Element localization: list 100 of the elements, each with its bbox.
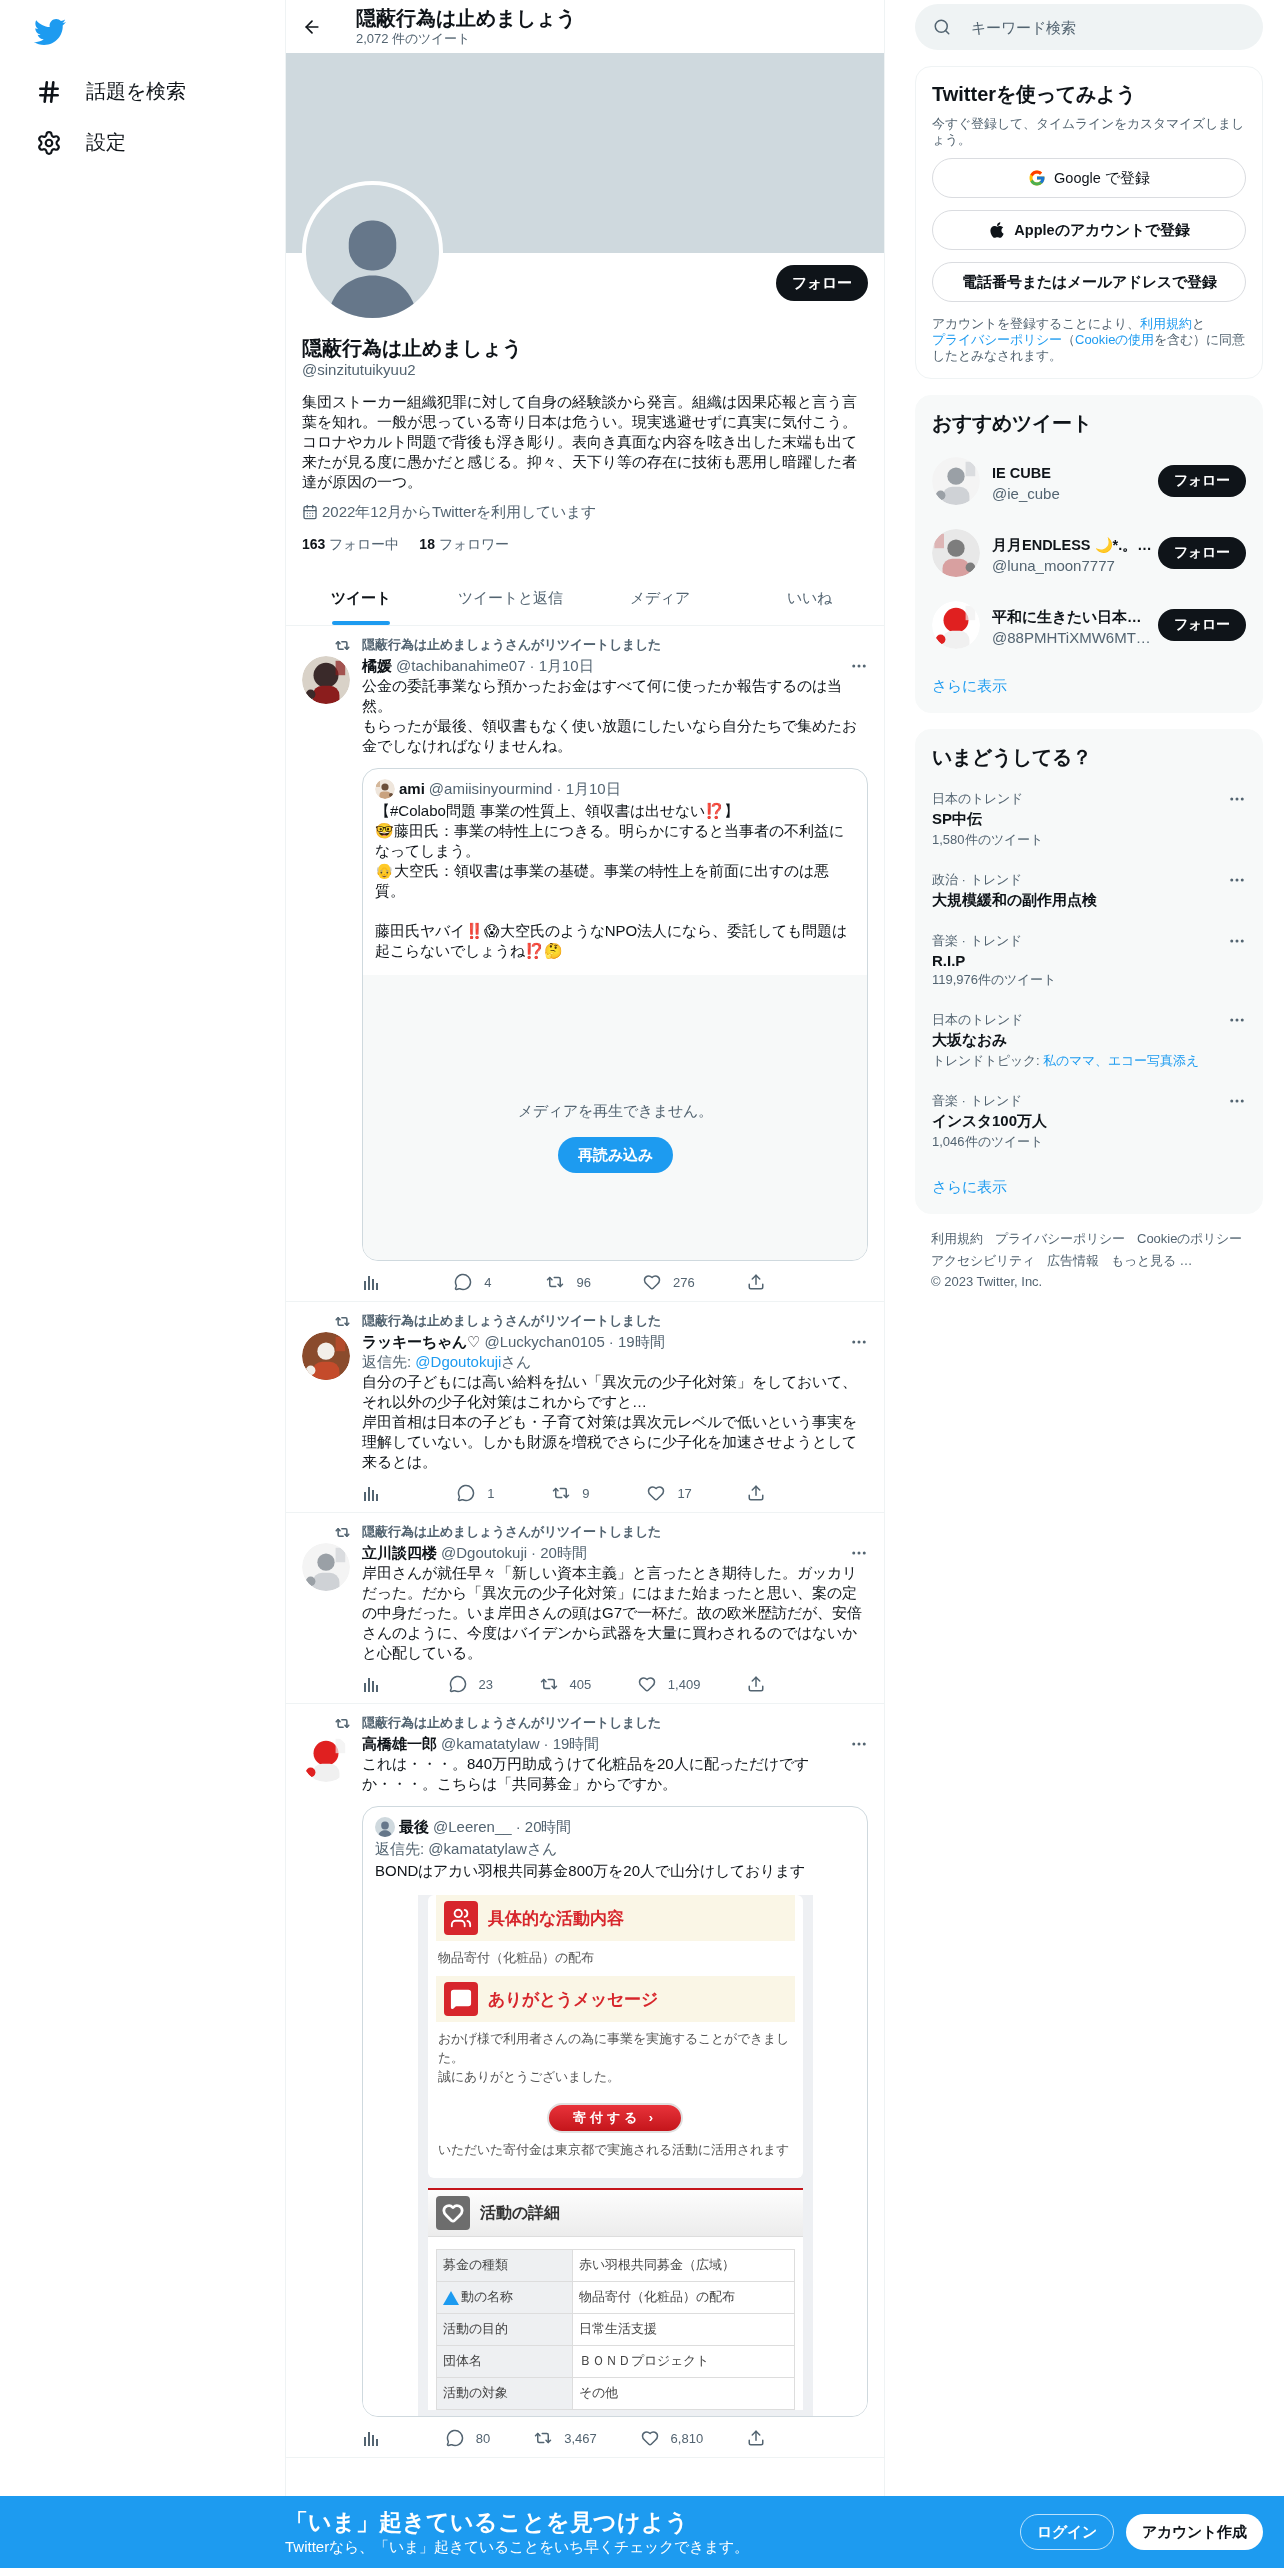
hashtag-icon xyxy=(36,78,62,105)
trend-topics: トレンドトピック: 私のママ、エコー写真添え xyxy=(932,1052,1201,1070)
share-icon[interactable] xyxy=(746,1675,765,1693)
tweet-time: · 1月10日 xyxy=(529,656,594,676)
trend-name[interactable]: R.I.P xyxy=(932,952,1228,969)
reply-icon[interactable] xyxy=(454,1273,473,1291)
footer-link[interactable]: もっと見る … xyxy=(1111,1252,1193,1270)
footer-link[interactable]: Cookieのポリシー xyxy=(1137,1230,1243,1248)
signup-button[interactable]: Google で登録 xyxy=(932,158,1246,198)
search-icon xyxy=(933,18,951,36)
follow-stat[interactable]: 163 フォロー中 xyxy=(302,536,400,554)
reply-count: 1 xyxy=(487,1485,495,1501)
legal-text: アカウントを登録することにより、利用規約 と プライバシーポリシー（Cookieの使用を含む）に同意したとみなされます。 xyxy=(931,315,1247,365)
share-icon[interactable] xyxy=(746,1484,765,1502)
banner-title: 「いま」起きていることを見つけよう xyxy=(285,2508,690,2537)
trend-context: 日本のトレンド xyxy=(932,790,1024,808)
banner-subtitle: Twitterなら、「いま」起きていることをいち早くチェックできます。 xyxy=(285,2538,750,2557)
user-handle: @luna_moon7777 xyxy=(992,556,1116,574)
footer-link[interactable]: 利用規約 xyxy=(931,1230,983,1248)
reply-icon[interactable] xyxy=(457,1484,476,1502)
signup-button[interactable]: 電話番号またはメールアドレスで登録 xyxy=(932,262,1246,302)
row-label: 動の名称 xyxy=(460,2289,513,2306)
tweet-count: 2,072 件のツイート xyxy=(356,29,472,48)
footer-link[interactable]: アクセシビリティ xyxy=(931,1252,1035,1270)
share-icon[interactable] xyxy=(747,2429,765,2447)
reply-icon[interactable] xyxy=(448,1675,467,1693)
trend-name[interactable]: 大坂なおみ xyxy=(932,1031,1228,1050)
trend-tweet-count: 119,976件のツイート xyxy=(932,971,1058,989)
follow-button[interactable]: フォロー xyxy=(1158,465,1246,497)
table-cell: 赤い羽根共同募金（広域） xyxy=(572,2249,794,2282)
signup-button[interactable]: Appleのアカウントで登録 xyxy=(932,210,1246,250)
table-cell: 活動の目的 xyxy=(436,2313,573,2346)
analytics-icon[interactable] xyxy=(362,1675,380,1693)
trend-name[interactable]: 大規模緩和の副作用点検 xyxy=(932,891,1228,910)
author-name: ラッキーちゃん♡ xyxy=(362,1332,481,1352)
like-count: 276 xyxy=(673,1274,695,1290)
like-icon[interactable] xyxy=(640,2429,659,2447)
user-name: 平和に生きたい日本… xyxy=(992,607,1143,627)
twitter-logo[interactable] xyxy=(34,16,66,48)
follow-button[interactable]: フォロー xyxy=(1158,537,1246,569)
donate-button: 寄付する › xyxy=(547,2103,683,2133)
follow-button[interactable]: フォロー xyxy=(1158,609,1246,641)
profile-tab[interactable]: ツイート xyxy=(286,572,436,625)
trend-context: 音楽 · トレンド xyxy=(932,1092,1023,1110)
card-title: いまどうしてる？ xyxy=(931,745,1093,770)
like-count: 1,409 xyxy=(667,1676,701,1692)
profile-tab[interactable]: メディア xyxy=(585,572,735,625)
trend-name[interactable]: インスタ100万人 xyxy=(932,1112,1228,1131)
retweet-count: 405 xyxy=(569,1676,592,1692)
like-count: 6,810 xyxy=(670,2430,704,2446)
tweet-text: 👴大空氏：領収書は事業の基礎。事業の特性上を前面に出すのは悪質。 xyxy=(375,861,830,901)
footer-link[interactable]: プライバシーポリシー xyxy=(995,1230,1125,1248)
section-text: 物品寄付（化粧品）の配布 xyxy=(436,1950,595,1967)
follow-stat[interactable]: 18 フォロワー xyxy=(419,536,509,554)
reply-count: 23 xyxy=(478,1676,494,1692)
table-cell: 物品寄付（化粧品）の配布 xyxy=(572,2281,794,2314)
tweet-time: · 19時間 xyxy=(608,1332,665,1352)
tweet-text: 🤓藤田氏：事業の特性上につきる。明らかにすると当事者の不利益になってしまう。 xyxy=(375,821,845,861)
trend-name[interactable]: SP中伝 xyxy=(932,810,1228,829)
like-icon[interactable] xyxy=(643,1273,662,1291)
tweet-text: 【#Colabo問題 事業の性質上、領収書は出せない⁉】 xyxy=(375,801,741,821)
analytics-icon[interactable] xyxy=(362,1484,380,1502)
calendar-icon xyxy=(302,504,318,520)
search-field[interactable]: キーワード検索 xyxy=(915,4,1263,50)
follow-button[interactable]: フォロー xyxy=(776,265,868,301)
profile-tab[interactable]: ツイートと返信 xyxy=(435,572,585,625)
trend-tweet-count: 1,580件のツイート xyxy=(932,831,1044,849)
tweet-text: これは・・・。840万円助成うけて化粧品を20人に配っただけですか・・・。こちらは「共同募金」からですか。 xyxy=(362,1754,810,1794)
table-cell: 募金の種類 xyxy=(436,2249,573,2282)
details-title: 活動の詳細 xyxy=(479,2202,560,2223)
share-icon[interactable] xyxy=(747,1273,765,1291)
reply-count: 80 xyxy=(475,2430,491,2446)
table-cell: 日常生活支援 xyxy=(572,2313,794,2346)
tweet-text: BONDはアカい羽根共同募金800万を20人で山分けしております xyxy=(375,1861,807,1881)
trend-context: 日本のトレンド xyxy=(932,1011,1024,1029)
author-handle: @Leeren__ xyxy=(433,1817,512,1837)
settings-icon xyxy=(36,129,62,156)
reply-icon[interactable] xyxy=(445,2429,464,2447)
table-cell: ＢＯＮＤプロジェクト xyxy=(572,2345,794,2378)
like-icon[interactable] xyxy=(637,1675,656,1693)
analytics-icon[interactable] xyxy=(362,1273,380,1291)
author-handle: @Dgoutokuji xyxy=(441,1543,528,1563)
table-cell: 活動の対象 xyxy=(436,2377,573,2410)
tweet-text: 自分の子どもには高い給料を払い「異次元の少子化対策」をしておいて、それ以外の少子化対策はこれからですと… xyxy=(362,1372,858,1412)
media-error-message: メディアを再生できません。 xyxy=(517,1101,713,1121)
quoted-tweet[interactable] xyxy=(362,1806,868,2417)
quoted-tweet[interactable]: ami @amiisinyourmind · 1月10日 【#Colabo問題 事業の性質上、領収書は出せない⁉】 🤓藤田氏：事業の特性上につきる。明らかにすると当事者の不利益になってしまう。 👴大空氏：領収書は事業の基礎。事業の特性上を前面に出すのは悪質。 藤田氏ヤバイ‼😱大空氏のようなNPO法人になら、委託しても問題は起こらないでしょうね⁉🤔 メディアを再生できません。 再読み込み xyxy=(362,768,868,1261)
footer-link[interactable]: 広告情報 xyxy=(1047,1252,1099,1270)
card-title: おすすめツイート xyxy=(931,411,1093,436)
nav-item[interactable]: 設定 xyxy=(26,117,136,168)
signup-button[interactable]: アカウント作成 xyxy=(1126,2514,1263,2550)
default-avatar-icon xyxy=(375,1817,395,1837)
analytics-icon[interactable] xyxy=(362,2429,380,2447)
nav-item[interactable]: 話題を検索 xyxy=(26,66,196,117)
footer-link[interactable]: © 2023 Twitter, Inc. xyxy=(931,1274,1043,1289)
like-count: 17 xyxy=(677,1485,692,1501)
like-icon[interactable] xyxy=(647,1484,666,1502)
retweet-label: 隠蔽行為は止めましょうさんがリツイートしました xyxy=(362,1523,662,1541)
tweet-time: · 20時間 xyxy=(531,1543,587,1563)
profile-tab[interactable]: いいね xyxy=(734,572,884,625)
